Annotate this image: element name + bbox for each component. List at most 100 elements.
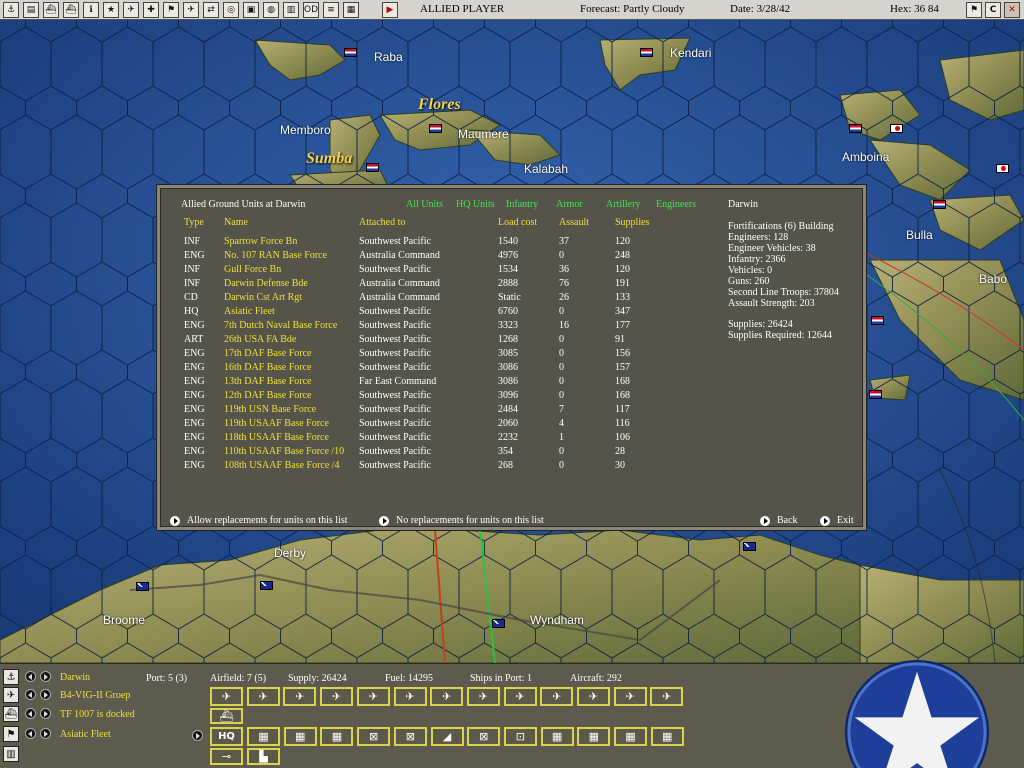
- document-icon[interactable]: ▤: [23, 2, 39, 18]
- dutch-base-flag-icon[interactable]: [366, 163, 379, 172]
- previous-base-button[interactable]: [25, 671, 36, 682]
- japanese-base-flag-icon[interactable]: [890, 124, 903, 133]
- next-hq-button[interactable]: [40, 728, 51, 739]
- ground-unit-tile[interactable]: ▦: [614, 727, 647, 746]
- aircraft-type-tile[interactable]: ✈: [246, 687, 280, 706]
- unit-name[interactable]: 119th USN Base Force: [224, 404, 316, 415]
- exit-button[interactable]: Exit: [820, 515, 854, 526]
- aircraft-type-tile[interactable]: ✈: [393, 687, 427, 706]
- dutch-base-flag-icon[interactable]: [640, 48, 653, 57]
- unit-name[interactable]: 118th USAAF Base Force: [224, 432, 329, 443]
- ground-unit-tile[interactable]: ⊠: [357, 727, 391, 746]
- map-place-label[interactable]: Flores: [418, 96, 461, 114]
- map-place-label[interactable]: Wyndham: [530, 613, 584, 627]
- aircraft-type-tile[interactable]: ✈: [320, 687, 354, 706]
- task-force-status[interactable]: TF 1007 is docked: [60, 709, 135, 720]
- plane-icon[interactable]: ✈: [3, 687, 19, 703]
- map-place-label[interactable]: Babo: [979, 272, 1007, 286]
- unit-name[interactable]: 26th USA FA Bde: [224, 334, 296, 345]
- map-place-label[interactable]: Raba: [374, 50, 403, 64]
- close-icon[interactable]: ✕: [1004, 2, 1020, 18]
- anchor-icon[interactable]: ⚓: [3, 2, 19, 18]
- unit-row[interactable]: ART 26th USA FA Bde Southwest Pacific 1268 0…: [160, 334, 700, 348]
- ship2-icon[interactable]: ⛴: [63, 2, 79, 18]
- column-header-type[interactable]: Type: [184, 217, 204, 228]
- unit-name[interactable]: 110th USAAF Base Force /10: [224, 446, 344, 457]
- column-header-attached[interactable]: Attached to: [359, 217, 405, 228]
- selected-base-name[interactable]: Darwin: [60, 672, 90, 683]
- unit-name[interactable]: Gull Force Bn: [224, 264, 281, 275]
- plane-land-icon[interactable]: ✈: [183, 2, 199, 18]
- aircraft-type-tile[interactable]: ✈: [210, 687, 243, 706]
- unit-name[interactable]: 12th DAF Base Force: [224, 390, 312, 401]
- unit-row[interactable]: CD Darwin Cst Art Rgt Australia Command Sta…: [160, 292, 700, 306]
- map-place-label[interactable]: Broome: [103, 613, 145, 627]
- ground-unit-tile[interactable]: ⊡: [503, 727, 537, 746]
- column-header-load-cost[interactable]: Load cost: [498, 217, 537, 228]
- map-place-label[interactable]: Bulla: [906, 228, 933, 242]
- australian-base-flag-icon[interactable]: [260, 581, 273, 590]
- list-icon[interactable]: ≡: [323, 2, 339, 18]
- unit-name[interactable]: 13th DAF Base Force: [224, 376, 312, 387]
- previous-task-force-button[interactable]: [25, 708, 36, 719]
- column-header-supplies[interactable]: Supplies: [615, 217, 649, 228]
- unit-name[interactable]: 108th USAAF Base Force /4: [224, 460, 340, 471]
- next-task-force-button[interactable]: [40, 708, 51, 719]
- map-place-label[interactable]: Kalabah: [524, 162, 568, 176]
- filter-armor[interactable]: Armor: [556, 199, 583, 210]
- unit-row[interactable]: ENG No. 107 RAN Base Force Australia Comma…: [160, 250, 700, 264]
- air-group-name[interactable]: B4-VIG-II Groep: [60, 690, 130, 701]
- column-header-name[interactable]: Name: [224, 217, 248, 228]
- hq-unit-tile[interactable]: HQ: [210, 727, 243, 746]
- australian-base-flag-icon[interactable]: [492, 619, 505, 628]
- aircraft-type-tile[interactable]: ✈: [650, 687, 684, 706]
- aircraft-type-tile[interactable]: ✈: [613, 687, 647, 706]
- next-air-group-button[interactable]: [40, 689, 51, 700]
- filter-infantry[interactable]: Infantry: [506, 199, 538, 210]
- unit-row[interactable]: INF Darwin Defense Bde Australia Command 28…: [160, 278, 700, 292]
- unit-row[interactable]: ENG 119th USN Base Force Southwest Pacific…: [160, 404, 700, 418]
- filter-hq-units[interactable]: HQ Units: [456, 199, 495, 210]
- aircraft-type-tile[interactable]: ✈: [430, 687, 464, 706]
- map-place-label[interactable]: Amboina: [842, 150, 889, 164]
- next-base-button[interactable]: [40, 671, 51, 682]
- map-place-label[interactable]: Sumba: [306, 150, 352, 168]
- combat-report-button[interactable]: C: [985, 2, 1001, 18]
- australian-base-flag-icon[interactable]: [743, 542, 756, 551]
- ground-unit-tile[interactable]: ⊠: [467, 727, 501, 746]
- unit-row[interactable]: ENG 108th USAAF Base Force /4 Southwest Pa…: [160, 460, 700, 474]
- back-button[interactable]: Back: [760, 515, 798, 526]
- unit-name[interactable]: Sparrow Force Bn: [224, 236, 297, 247]
- unit-row[interactable]: INF Gull Force Bn Southwest Pacific 1534 36 1…: [160, 264, 700, 278]
- flag-icon[interactable]: ⚑: [163, 2, 179, 18]
- target-icon[interactable]: ◎: [223, 2, 239, 18]
- ground-unit-tile[interactable]: ▦: [540, 727, 574, 746]
- aircraft-type-tile[interactable]: ✈: [577, 687, 610, 706]
- flag-icon[interactable]: ⚑: [3, 726, 19, 742]
- hq-name[interactable]: Asiatic Fleet: [60, 729, 111, 740]
- aircraft-type-tile[interactable]: ✈: [356, 687, 390, 706]
- od-icon[interactable]: OD: [303, 2, 319, 18]
- unit-name[interactable]: 119th USAAF Base Force: [224, 418, 329, 429]
- dutch-base-flag-icon[interactable]: [849, 124, 862, 133]
- unit-row[interactable]: ENG 13th DAF Base Force Far East Command 30…: [160, 376, 700, 390]
- australian-base-flag-icon[interactable]: [136, 582, 149, 591]
- ship-icon[interactable]: ⛴: [3, 706, 19, 722]
- star-icon[interactable]: ★: [103, 2, 119, 18]
- book-icon[interactable]: ▥: [283, 2, 299, 18]
- dutch-base-flag-icon[interactable]: [344, 48, 357, 57]
- column-header-assault[interactable]: Assault: [559, 217, 589, 228]
- route-icon[interactable]: ⇄: [203, 2, 219, 18]
- ground-unit-tile[interactable]: ▦: [283, 727, 317, 746]
- globe-icon[interactable]: ◍: [263, 2, 279, 18]
- ground-unit-tile[interactable]: ▦: [320, 727, 354, 746]
- map-place-label[interactable]: Memboro: [280, 123, 331, 137]
- flag-icon[interactable]: ⚑: [966, 2, 982, 18]
- unit-name[interactable]: 7th Dutch Naval Base Force: [224, 320, 337, 331]
- unit-row[interactable]: ENG 12th DAF Base Force Southwest Pacific 3…: [160, 390, 700, 404]
- unit-row[interactable]: ENG 118th USAAF Base Force Southwest Pacif…: [160, 432, 700, 446]
- filter-artillery[interactable]: Artillery: [606, 199, 640, 210]
- aircraft-type-tile[interactable]: ✈: [466, 687, 500, 706]
- unit-name[interactable]: 16th DAF Base Force: [224, 362, 312, 373]
- ground-unit-tile[interactable]: ▦: [247, 727, 280, 746]
